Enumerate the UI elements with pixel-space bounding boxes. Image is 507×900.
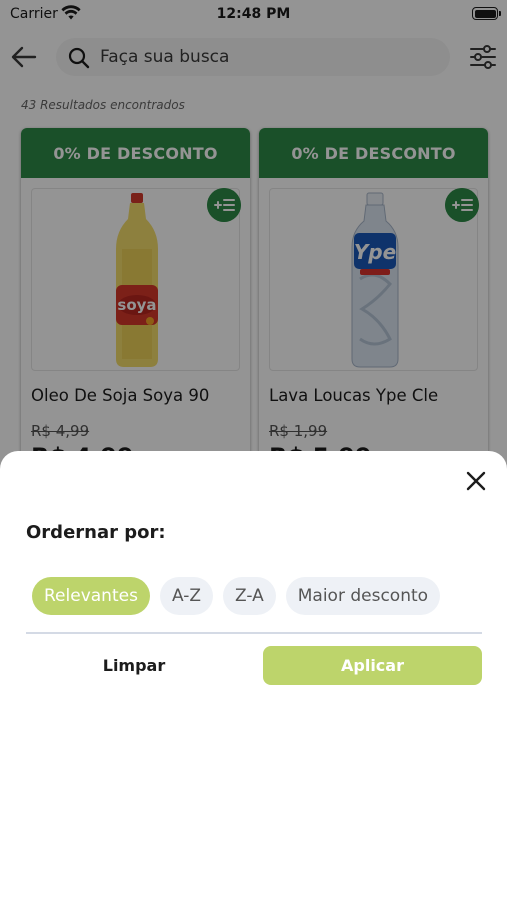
sort-title: Ordernar por: [26,522,166,543]
sort-option-a-z[interactable]: A-Z [159,577,213,615]
clear-button[interactable]: Limpar [26,647,242,685]
close-icon[interactable] [464,469,488,493]
sort-option-relevantes[interactable]: Relevantes [32,577,150,615]
sort-bottom-sheet: Ordernar por: Relevantes A-Z Z-A Maior desc… [0,451,507,900]
apply-button[interactable]: Aplicar [263,646,482,685]
sort-options: Relevantes A-Z Z-A Maior desconto [32,577,482,617]
sort-option-z-a[interactable]: Z-A [222,577,276,615]
sort-option-maior-desconto[interactable]: Maior desconto [285,577,441,615]
divider [26,632,482,634]
